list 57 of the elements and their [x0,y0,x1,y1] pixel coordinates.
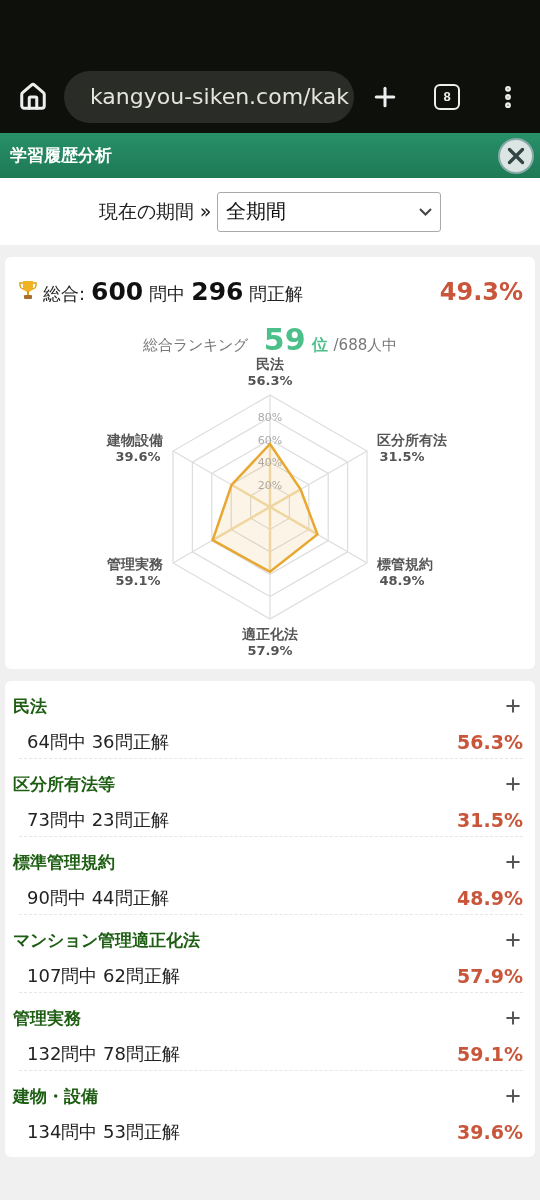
subject-name: 標準管理規約 [13,850,115,874]
expand-icon[interactable] [503,1086,523,1106]
value-label: 57.9% [247,643,293,658]
value-label: 56.3% [247,373,293,388]
axis-label: 建物設備 [106,432,163,448]
subject-rate: 39.6% [457,1121,523,1143]
subject-detail: 107問中 62問正解 [26,963,180,988]
axis-label: 標管規約 [377,556,434,572]
subject-rate: 56.3% [457,730,523,753]
axis-label: 民法 [256,357,284,372]
url-text: kangyou-siken.com/kak [90,84,350,109]
subject-rate: 57.9% [457,964,523,987]
axis-label: 適正化法 [242,626,298,642]
subject-rate: 31.5% [457,808,523,831]
subject-detail: 64問中 36問正解 [26,729,169,754]
expand-icon[interactable] [503,1008,523,1028]
chevron-down-icon [419,207,433,216]
subject-name: マンション管理適正化法 [13,928,200,952]
subject-detail: 73問中 23問正解 [26,807,169,832]
subject-rate: 48.9% [457,886,523,909]
axis-label: 区分所有法 [377,432,448,448]
total-label: 総合: [43,282,86,306]
expand-icon[interactable] [503,774,523,794]
subject-detail: 90問中 44問正解 [26,885,169,910]
subject-rate: 59.1% [457,1042,523,1065]
tab-count-button[interactable]: 8 [434,83,460,110]
page-title: 学習履歴分析 [10,144,112,167]
correct-count: 296 [191,277,244,306]
rank-total: /688人中 [333,336,398,355]
total-rate: 49.3% [439,277,523,306]
subject-name: 民法 [13,694,47,718]
value-label: 39.6% [115,449,161,464]
subject-name: 建物・設備 [13,1084,98,1108]
period-label: 現在の期間 » [98,198,212,224]
subject-detail: 132問中 78問正解 [26,1041,180,1066]
tick-label: 80% [257,411,283,425]
subject-detail: 134問中 53問正解 [26,1120,180,1144]
value-label: 48.9% [379,573,425,588]
period-select[interactable]: 全期間 [217,191,442,232]
tick-label: 60% [257,433,283,447]
total-count: 600 [91,277,144,306]
subject-name: 区分所有法等 [13,772,115,796]
rank-unit: 位 [311,335,328,356]
axis-label: 管理実務 [106,556,163,572]
trophy-icon [19,280,37,300]
correct-unit: 問正解 [249,282,304,306]
value-label: 59.1% [115,573,161,588]
expand-icon[interactable] [503,930,523,950]
ranking-label: 総合ランキング [142,336,248,355]
subject-name: 管理実務 [13,1006,81,1030]
address-bar[interactable]: kangyou-siken.com/kak [64,70,354,123]
total-unit: 問中 [149,282,186,306]
expand-icon[interactable] [503,696,523,716]
close-button[interactable] [498,137,534,174]
value-label: 31.5% [379,449,425,464]
expand-icon[interactable] [503,852,523,872]
rank-number: 59 [263,322,306,357]
